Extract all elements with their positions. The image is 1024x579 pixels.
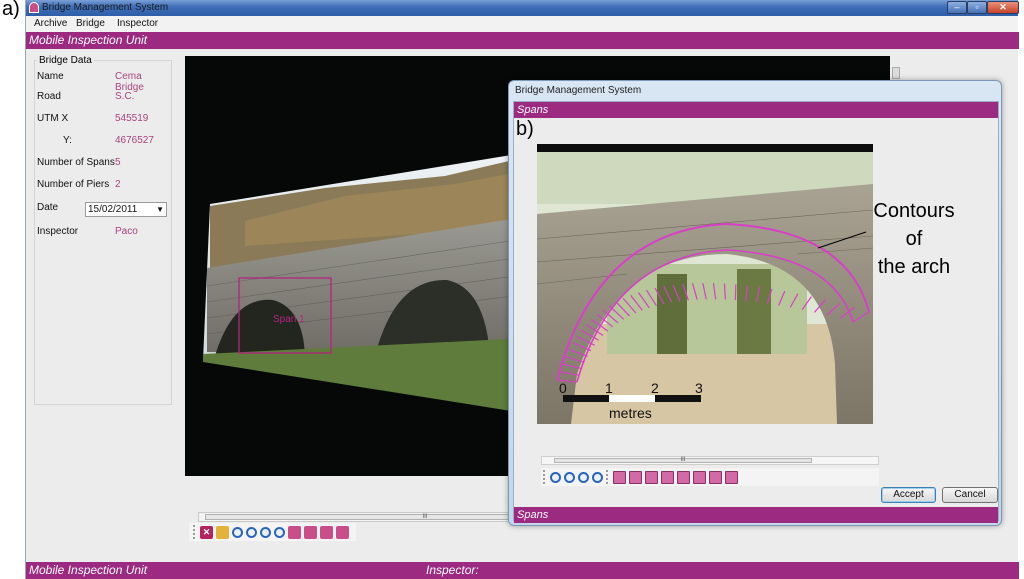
dialog-scroll-thumb[interactable]: III [554,457,812,463]
spans-value: 5 [115,157,121,168]
dialog-title: Bridge Management System [515,85,642,96]
utm-x-label: UTM X [37,113,69,124]
grid-tool-icon[interactable] [661,470,674,484]
name-label: Name [37,71,64,82]
footer-inspector-label: Inspector: [426,563,479,577]
grid-tool-icon[interactable] [677,470,690,484]
zoom-in-icon[interactable] [550,471,561,483]
header-bar: Mobile Inspection Unit [26,32,1019,49]
zoom-out-icon[interactable] [564,471,575,483]
app-icon [29,2,39,13]
utm-x-value: 545519 [115,113,149,124]
delete-icon[interactable]: ✕ [200,525,213,539]
piers-label: Number of Piers [37,179,110,190]
scale-tick-2: 2 [651,380,659,396]
spans-dialog: Bridge Management System Spans 0 1 2 3 m… [508,80,1002,526]
name-value: Cema Bridge [115,71,144,93]
arch-photo: 0 1 2 3 metres [537,144,873,424]
zoom-in-icon[interactable] [232,526,243,538]
grid-tool-icon[interactable] [709,470,722,484]
arch-contours-annotation: Contours of the arch [846,197,982,281]
y-label: Y: [63,135,72,146]
scale-tick-0: 0 [559,380,567,396]
annotation-line-3: the arch [877,256,951,278]
menu-inspector[interactable]: Inspector [117,18,158,29]
inspector-value: Paco [115,226,138,237]
footer-bar: Mobile Inspection Unit Inspector: [26,562,1019,579]
dialog-toolbar [541,468,879,486]
date-picker[interactable]: 15/02/2011 ▼ [85,202,167,217]
chevron-down-icon[interactable]: ▼ [156,203,164,216]
open-folder-icon[interactable] [216,525,229,539]
arch-icon[interactable] [320,525,333,539]
zoom-in-icon[interactable] [260,526,271,538]
zoom-out-icon[interactable] [274,526,285,538]
date-value: 15/02/2011 [88,204,138,215]
annotation-line-2: of [905,228,923,250]
minimize-button[interactable]: – [947,1,967,14]
grid-tool-icon[interactable] [645,470,658,484]
zoom-out-icon[interactable] [592,471,603,483]
y-value: 4676527 [115,135,154,146]
piers-value: 2 [115,179,121,190]
crop-icon[interactable] [304,525,317,539]
grid-tool-icon[interactable] [725,470,738,484]
inspector-label: Inspector [37,226,79,237]
scale-tick-3: 3 [695,380,703,396]
arch-photo-canvas[interactable]: 0 1 2 3 metres [537,144,873,424]
menu-bridge[interactable]: Bridge [76,18,105,29]
road-label: Road [37,91,61,102]
dialog-horizontal-scrollbar[interactable]: III [541,456,879,465]
figure-label-b: b) [516,118,534,140]
window-title: Bridge Management System [42,2,169,13]
grid-tool-icon[interactable] [629,470,642,484]
main-toolbar: ✕ [189,523,356,541]
grid-tool-icon[interactable] [693,470,706,484]
menu-archive[interactable]: Archive [34,18,67,29]
zoom-fit-icon[interactable] [288,525,301,539]
dialog-footer-bar: Spans [514,507,998,523]
cancel-button[interactable]: Cancel [942,487,998,503]
scale-unit: metres [609,405,652,421]
maximize-button[interactable]: ▫ [967,1,987,14]
date-label: Date [37,202,59,213]
vertical-scrollbar[interactable] [892,67,900,79]
bridge-data-legend: Bridge Data [37,55,94,66]
spans-label: Number of Spans [37,157,115,168]
zoom-out-icon[interactable] [246,526,257,538]
zoom-in-icon[interactable] [578,471,589,483]
toolbar-separator [606,470,609,484]
menu-bar: Archive Bridge Inspector [26,16,1018,32]
dialog-body: Spans 0 1 2 3 metres III Accept Cancel S… [513,101,999,523]
span-1-label: Span 1 [273,314,305,325]
annotation-line-1: Contours [873,200,955,222]
toolbar-grip [543,470,546,484]
grid-tool-icon[interactable] [613,470,626,484]
title-bar: Bridge Management System – ▫ ✕ [26,0,1019,16]
figure-label-a: a) [2,0,20,20]
accept-button[interactable]: Accept [881,487,936,503]
footer-title: Mobile Inspection Unit [29,563,148,577]
close-button[interactable]: ✕ [987,1,1019,14]
scale-tick-1: 1 [605,380,613,396]
span-icon[interactable] [336,525,349,539]
toolbar-grip [193,525,196,539]
dialog-header-bar: Spans [514,102,998,118]
bridge-data-panel: Bridge Data Name Cema Bridge Road S.C. U… [34,55,172,405]
road-value: S.C. [115,91,135,102]
